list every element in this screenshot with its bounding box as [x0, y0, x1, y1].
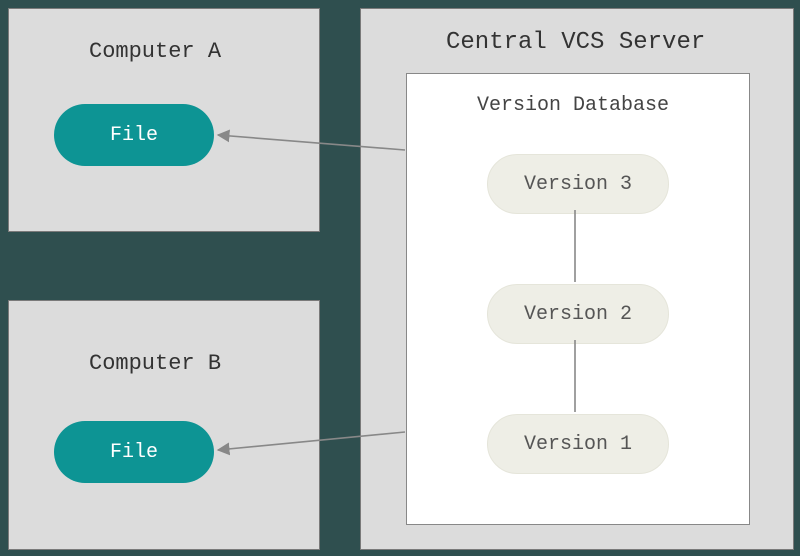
file-a-label: File [110, 124, 158, 147]
file-a-pill: File [54, 104, 214, 166]
version-database-box: Version Database Version 3 Version 2 Ver… [406, 73, 750, 525]
version-2-pill: Version 2 [487, 284, 669, 344]
file-b-label: File [110, 441, 158, 464]
version-2-label: Version 2 [524, 303, 632, 326]
version-1-label: Version 1 [524, 433, 632, 456]
computer-b-title: Computer B [89, 351, 221, 376]
version-3-pill: Version 3 [487, 154, 669, 214]
version-1-pill: Version 1 [487, 414, 669, 474]
computer-a-title: Computer A [89, 39, 221, 64]
server-title: Central VCS Server [446, 29, 705, 56]
computer-b-panel: Computer B File [8, 300, 320, 550]
computer-a-panel: Computer A File [8, 8, 320, 232]
server-panel: Central VCS Server Version Database Vers… [360, 8, 794, 550]
version-3-label: Version 3 [524, 173, 632, 196]
version-database-title: Version Database [477, 94, 669, 117]
file-b-pill: File [54, 421, 214, 483]
